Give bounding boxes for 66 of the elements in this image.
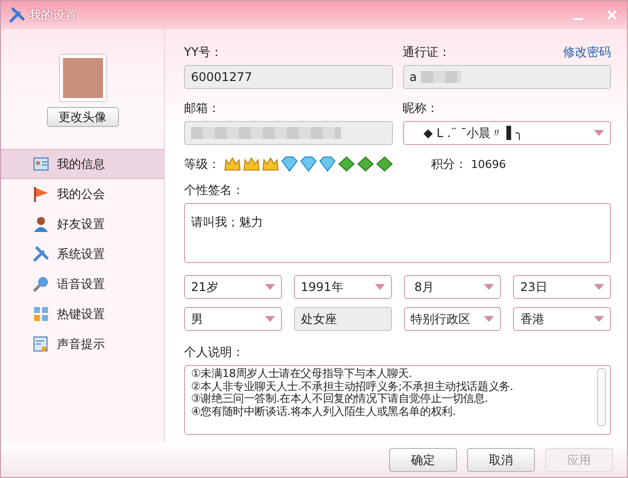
leaf-icon (357, 156, 374, 172)
profile-dropdown[interactable]: 特别行政区 (404, 307, 502, 331)
crown-icon (224, 156, 241, 172)
sidebar-item[interactable]: 系统设置 (1, 239, 164, 269)
sidebar-item[interactable]: 我的信息 (1, 149, 164, 179)
description-line: ①未满18周岁人士请在父母指导下与本人聊天. (191, 368, 413, 380)
close-icon (606, 9, 618, 21)
crown-icon (262, 156, 279, 172)
dialog-button[interactable]: 取消 (467, 448, 535, 472)
description-line: ③谢绝三问一答制.在本人不回复的情况下请自觉停止一切信息. (191, 393, 490, 406)
sidebar-item[interactable]: 语音设置 (1, 269, 164, 299)
yy-label: YY号： (184, 44, 223, 60)
diamond-icon (281, 156, 298, 172)
diamond-icon (300, 156, 317, 172)
email-label: 邮箱： (184, 100, 220, 116)
profile-dropdown[interactable]: 8月 (404, 275, 502, 299)
document-music-icon (33, 336, 49, 352)
window-title: 我的设置 (29, 6, 77, 24)
points-value: 10696 (471, 158, 506, 170)
id-card-icon (33, 156, 49, 172)
profile-dropdown[interactable]: 1991年 (294, 275, 392, 299)
description-line: ②本人非专业聊天人士.不承担主动招呼义务;不承担主动找话题义务. (191, 380, 514, 393)
profile-dropdown[interactable]: 21岁 (184, 275, 282, 299)
tools-icon (33, 246, 49, 262)
description-field[interactable]: ①未满18周岁人士请在父母指导下与本人聊天. ②本人非专业聊天人士.不承担主动招呼义务;不承担主动找话题义务. ③谢绝三问一答制.在本人不回复的情况下请自觉停止一切信息. ④您有随时中断谈话.将本人列入陌生人或黑名单的权利. (184, 365, 611, 435)
avatar-photo-placeholder (60, 55, 106, 101)
zodiac-field: 处女座 (294, 307, 392, 331)
nickname-dropdown[interactable]: ◆ L .¨ ¯小晨〃 ▌╮ (402, 121, 611, 145)
caret-icon (594, 316, 604, 322)
sidebar-item[interactable]: 声音提示 (1, 329, 164, 359)
profile-dropdown[interactable]: 男 (184, 307, 282, 331)
leaf-icon (376, 156, 393, 172)
sidebar-item[interactable]: 好友设置 (1, 209, 164, 239)
caret-icon (484, 316, 494, 322)
profile-dropdown[interactable]: 23日 (513, 275, 611, 299)
keys-icon (33, 306, 49, 322)
points-label: 积分： (431, 156, 467, 172)
caret-icon (594, 130, 604, 136)
caret-icon (594, 284, 604, 290)
tools-icon (9, 7, 25, 23)
scrollbar-thumb[interactable] (597, 368, 606, 426)
description-line: ④您有随时中断谈话.将本人列入陌生人或黑名单的权利. (191, 406, 457, 418)
level-label: 等级： (184, 156, 220, 172)
signature-label: 个性签名： (184, 182, 244, 198)
flag-icon (33, 186, 49, 202)
caret-icon (374, 284, 384, 290)
sidebar-item[interactable]: 我的公会 (1, 179, 164, 209)
crown-icon (243, 156, 260, 172)
nickname-label: 昵称： (402, 100, 438, 116)
profile-dropdown[interactable]: 香港 (513, 307, 611, 331)
person-icon (33, 216, 49, 232)
minimize-icon (573, 18, 583, 20)
sidebar-item[interactable]: 热键设置 (1, 299, 164, 329)
caret-icon (264, 316, 275, 322)
description-label: 个人说明： (184, 344, 244, 360)
change-password-link[interactable]: 修改密码 (563, 44, 611, 60)
pass-label: 通行证： (402, 44, 450, 60)
signature-field[interactable]: 请叫我；魅力 (184, 203, 611, 263)
pass-field: a (402, 65, 611, 89)
diamond-icon (319, 156, 336, 172)
change-avatar-button[interactable]: 更改头像 (46, 107, 118, 127)
dialog-button[interactable]: 确定 (389, 448, 457, 472)
yy-number-field: 60001277 (184, 65, 392, 89)
caret-icon (264, 284, 275, 290)
leaf-icon (338, 156, 355, 172)
caret-icon (484, 284, 494, 290)
